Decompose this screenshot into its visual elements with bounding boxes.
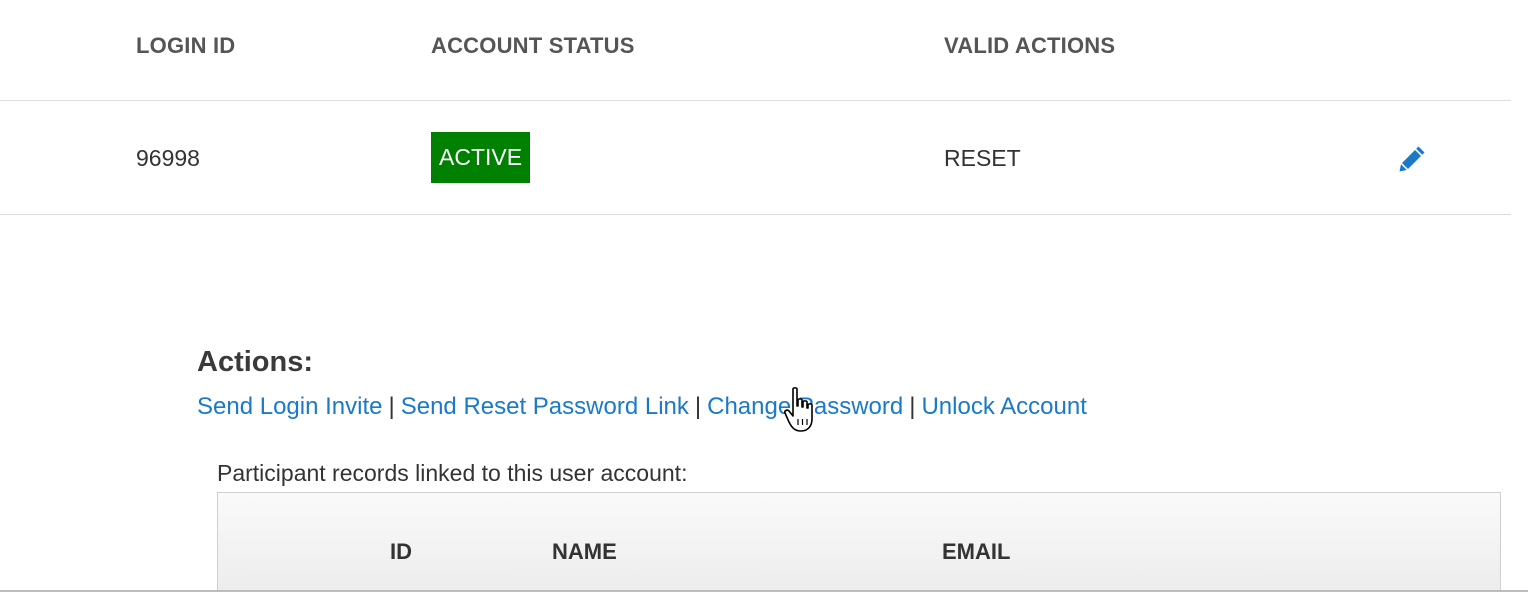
accounts-table: LOGIN ID ACCOUNT STATUS VALID ACTIONS 96… (0, 0, 1511, 215)
account-page: LOGIN ID ACCOUNT STATUS VALID ACTIONS 96… (0, 0, 1528, 592)
unlock-account-link[interactable]: Unlock Account (921, 393, 1086, 420)
linked-records-table: ID NAME EMAIL (217, 492, 1501, 592)
accounts-table-header: LOGIN ID ACCOUNT STATUS VALID ACTIONS (0, 0, 1511, 101)
valid-actions-value: RESET (944, 145, 1021, 171)
header-name[interactable]: NAME (552, 539, 617, 565)
login-id-value: 96998 (136, 145, 200, 171)
header-login-id: LOGIN ID (136, 33, 236, 58)
header-email[interactable]: EMAIL (942, 539, 1010, 565)
linked-records-caption: Participant records linked to this user … (217, 460, 688, 486)
actions-links: Send Login Invite | Send Reset Password Li… (197, 393, 1087, 421)
actions-title: Actions: (197, 346, 313, 378)
link-separator: | (388, 393, 395, 420)
send-reset-password-link[interactable]: Send Reset Password Link (401, 393, 689, 420)
send-login-invite-link[interactable]: Send Login Invite (197, 393, 382, 420)
header-account-status: ACCOUNT STATUS (431, 33, 635, 58)
header-valid-actions: VALID ACTIONS (944, 33, 1116, 58)
link-separator: | (694, 393, 702, 420)
header-id[interactable]: ID (390, 539, 412, 565)
table-row: 96998 ACTIVE RESET (0, 101, 1511, 215)
link-separator: | (909, 393, 916, 420)
pencil-icon[interactable] (1398, 143, 1428, 173)
change-password-link[interactable]: Change Password (707, 393, 903, 420)
status-badge: ACTIVE (431, 132, 531, 183)
